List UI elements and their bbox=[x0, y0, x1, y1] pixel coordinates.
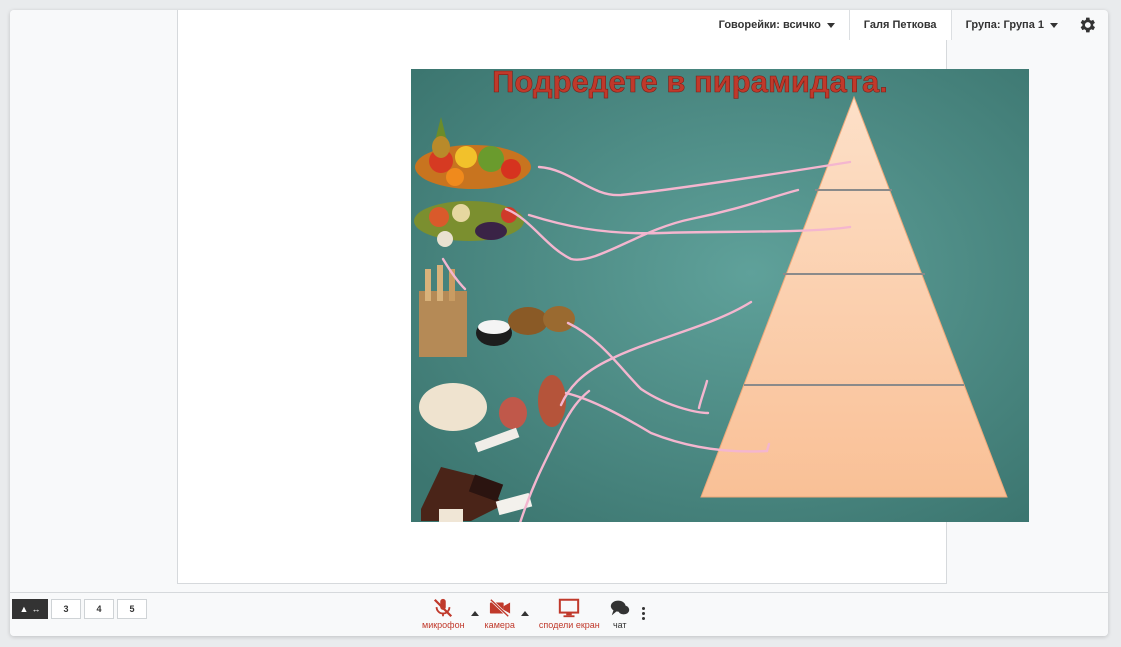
top-toolbar: Говорейки: всичко Галя Петкова Група: Гр… bbox=[705, 10, 1108, 40]
chat-label: чат bbox=[612, 620, 627, 630]
share-screen-label: сподели екран bbox=[538, 620, 600, 630]
layout-toggle-button[interactable]: ▲ ↔ bbox=[12, 599, 48, 619]
camera-off-icon bbox=[489, 598, 510, 618]
media-controls: микрофон камера сподели екран чат bbox=[422, 597, 645, 630]
page-button-3[interactable]: 3 bbox=[51, 599, 81, 619]
page-button-5[interactable]: 5 bbox=[117, 599, 147, 619]
presentation-stage: Подредете в пирамидата. bbox=[177, 10, 1029, 584]
speakers-filter-dropdown[interactable]: Говорейки: всичко bbox=[705, 10, 849, 40]
group-label: Група: Група 1 bbox=[965, 19, 1044, 31]
slide-title: Подредете в пирамидата. bbox=[492, 69, 888, 99]
microphone-options-button[interactable] bbox=[470, 611, 479, 616]
group-dropdown[interactable]: Група: Група 1 bbox=[952, 10, 1072, 40]
slide-canvas: Подредете в пирамидата. bbox=[411, 69, 1029, 522]
more-dot-icon bbox=[641, 612, 645, 615]
microphone-label: микрофон bbox=[422, 620, 465, 630]
bottom-toolbar: ▲ ↔ 3 4 5 микрофон камера сподели екран … bbox=[10, 592, 1108, 636]
more-dot-icon bbox=[641, 617, 645, 620]
chevron-down-icon bbox=[826, 22, 835, 28]
camera-options-button[interactable] bbox=[520, 611, 529, 616]
app-window: Подредете в пирамидата. Говорейки: всичк bbox=[10, 10, 1108, 636]
expand-horizontal-icon: ↔ bbox=[31, 604, 41, 614]
chat-button[interactable]: чат bbox=[608, 597, 632, 630]
camera-button[interactable]: камера bbox=[485, 597, 515, 630]
chevron-down-icon bbox=[1050, 22, 1058, 28]
settings-button[interactable] bbox=[1072, 10, 1102, 40]
speakers-filter-label: Говорейки: всичко bbox=[718, 19, 821, 31]
gear-icon bbox=[1080, 17, 1095, 33]
more-options-button[interactable] bbox=[641, 607, 645, 620]
page-button-4[interactable]: 4 bbox=[84, 599, 114, 619]
user-name-button[interactable]: Галя Петкова bbox=[848, 10, 952, 40]
share-screen-button[interactable]: сподели екран bbox=[539, 597, 600, 630]
caret-up-icon: ▲ bbox=[19, 604, 29, 614]
monitor-icon bbox=[559, 598, 580, 618]
more-dot-icon bbox=[641, 607, 645, 610]
chat-icon bbox=[610, 600, 629, 616]
slide-drawing: Подредете в пирамидата. bbox=[411, 69, 1029, 522]
user-name-label: Галя Петкова bbox=[863, 19, 937, 31]
left-panel bbox=[10, 10, 177, 590]
page-navigator: ▲ ↔ 3 4 5 bbox=[12, 599, 147, 619]
microphone-off-icon bbox=[434, 598, 453, 618]
microphone-button[interactable]: микрофон bbox=[422, 597, 465, 630]
camera-label: камера bbox=[484, 620, 515, 630]
